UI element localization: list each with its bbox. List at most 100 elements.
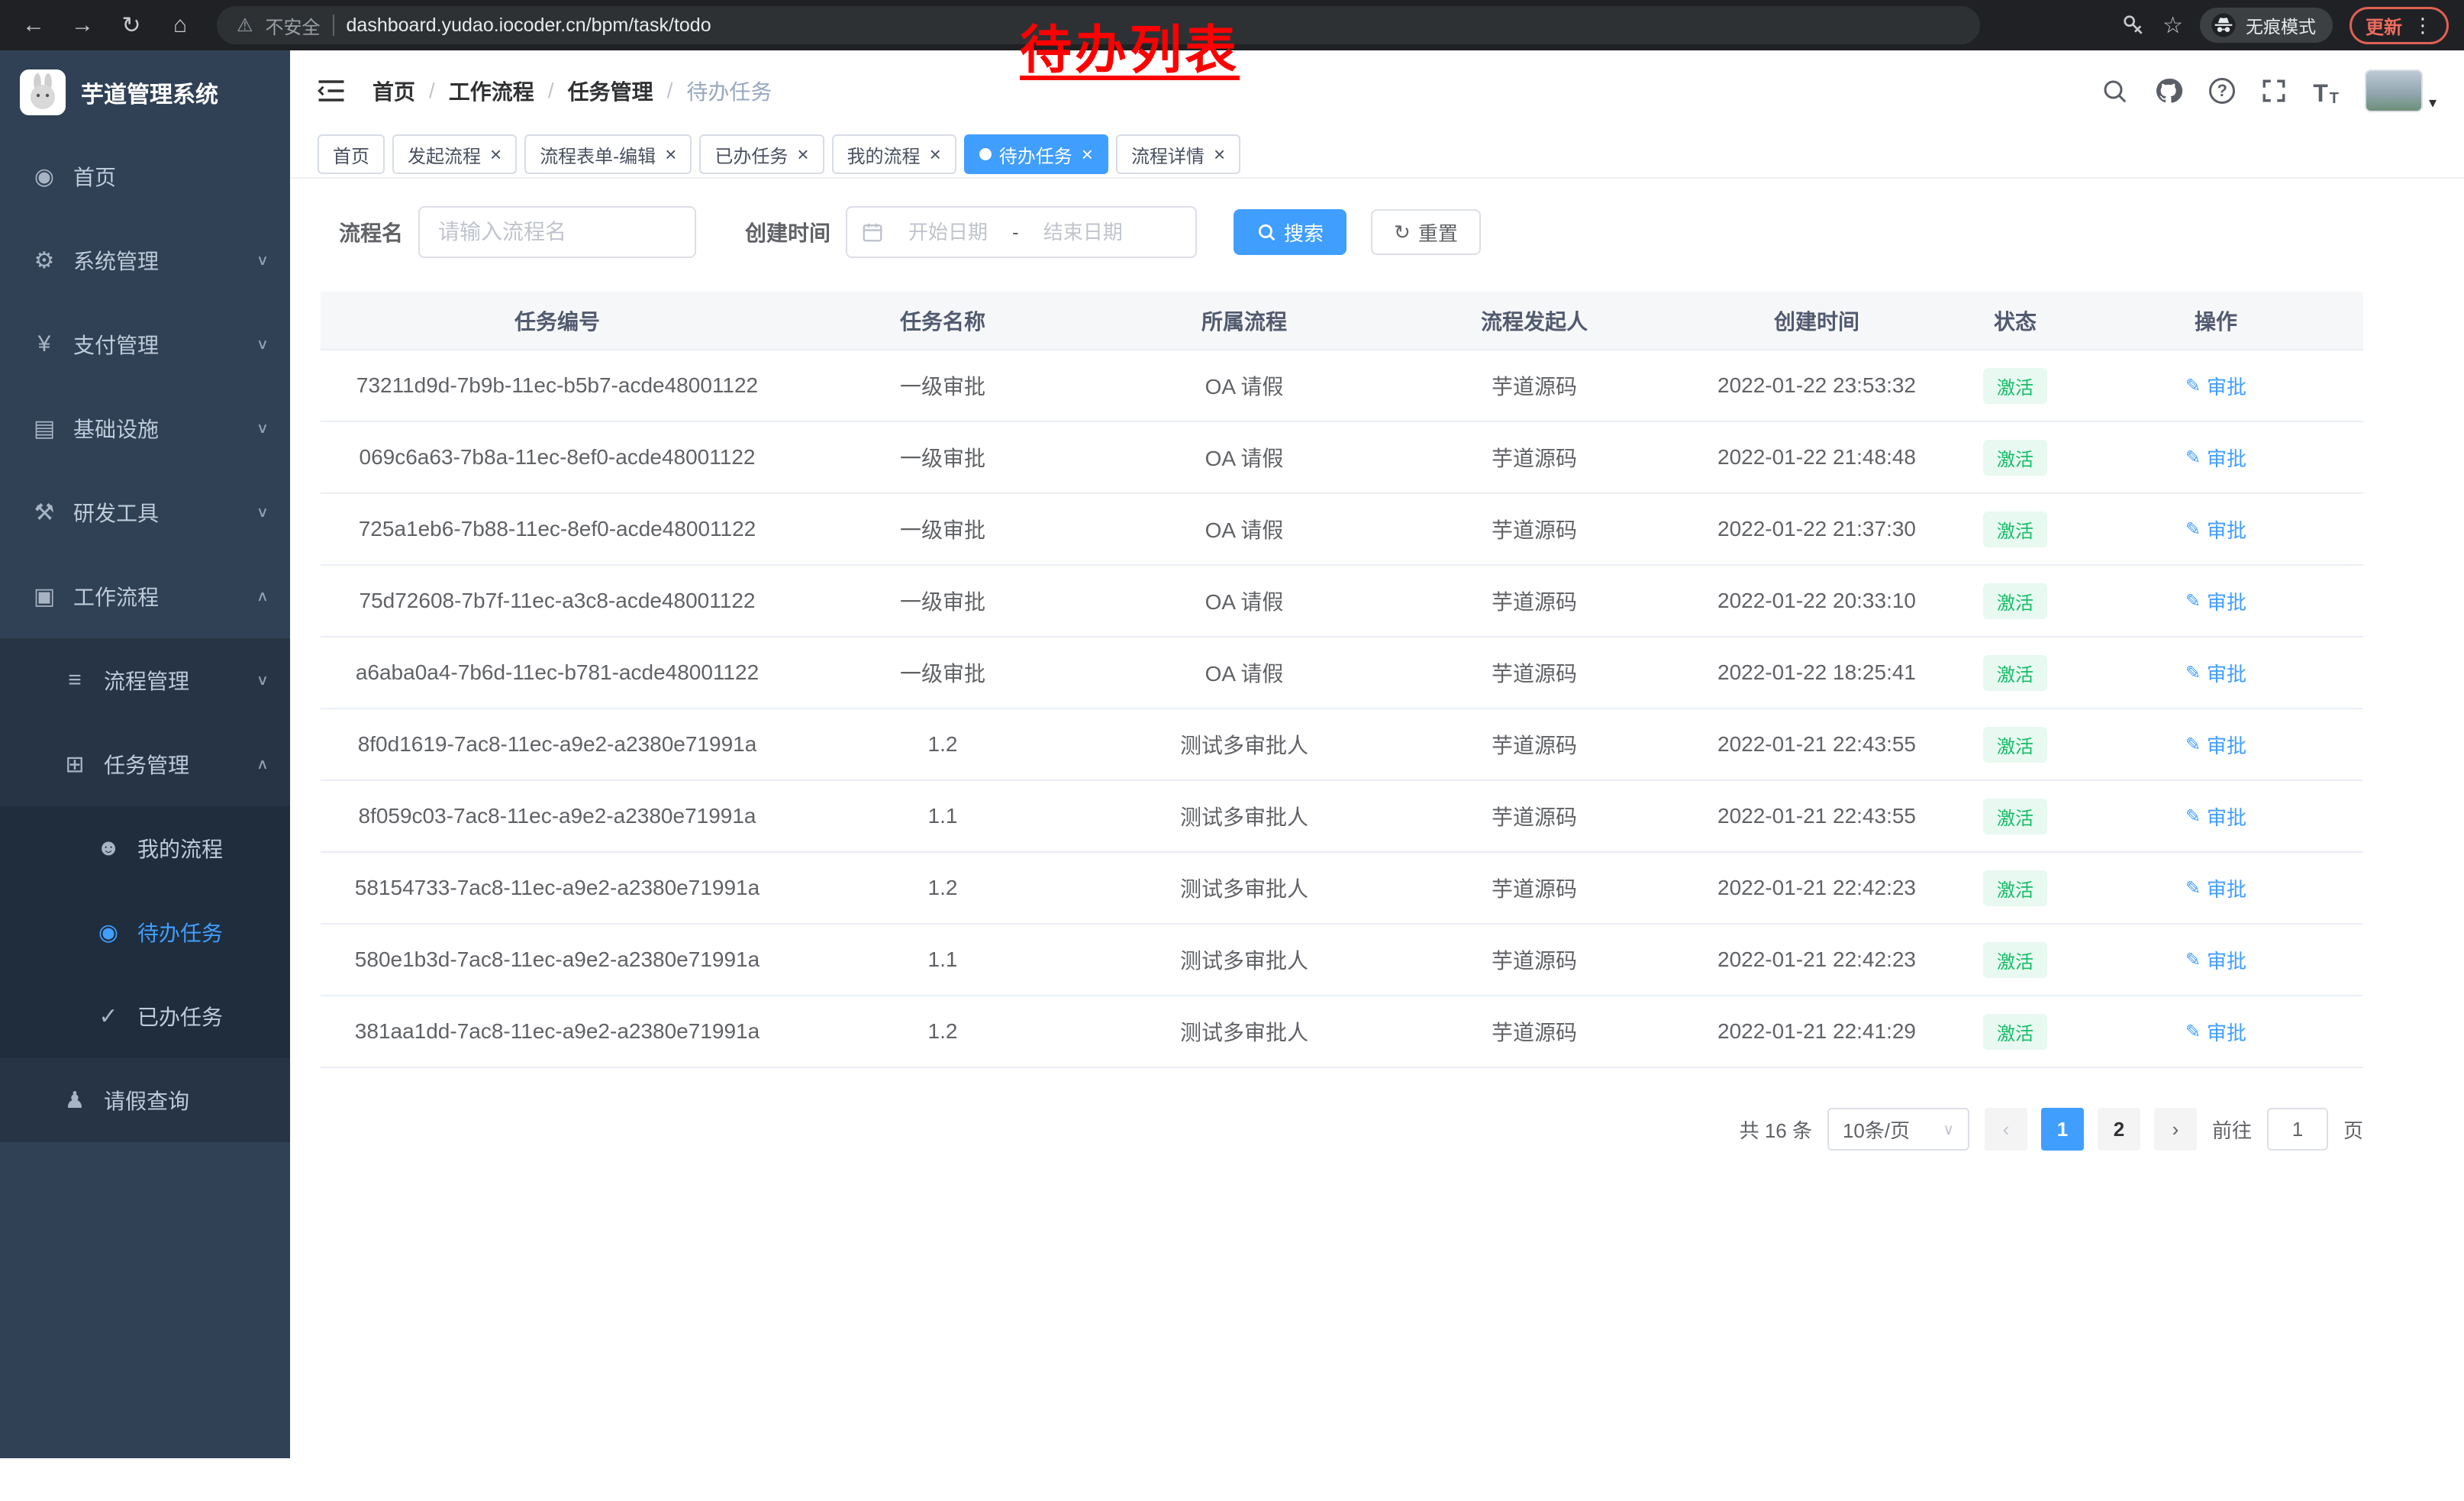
column-header: 流程发起人 <box>1397 292 1672 350</box>
approve-link[interactable]: ✎审批 <box>2185 731 2246 759</box>
approve-link[interactable]: ✎审批 <box>2185 659 2246 687</box>
approve-link[interactable]: ✎审批 <box>2185 372 2246 400</box>
table-row: 069c6a63-7b8a-11ec-8ef0-acde48001122一级审批… <box>321 421 2363 493</box>
devtools-icon: ⚒ <box>31 499 58 526</box>
tab-item-5[interactable]: 待办任务× <box>964 134 1108 174</box>
approve-link[interactable]: ✎审批 <box>2185 444 2246 472</box>
approve-link[interactable]: ✎审批 <box>2185 515 2246 544</box>
back-icon[interactable]: ← <box>15 7 52 44</box>
status-cell: 激活 <box>1962 924 2069 996</box>
topbar: 首页/工作流程/任务管理/待办任务 ? TT <box>290 50 2464 131</box>
key-icon[interactable] <box>2121 8 2146 42</box>
tab-item-6[interactable]: 流程详情× <box>1116 134 1240 174</box>
sidebar-item-leave-query[interactable]: ♟请假查询 <box>0 1058 290 1142</box>
sidebar-item-home[interactable]: ◉首页 <box>0 134 290 218</box>
close-icon[interactable]: × <box>797 144 808 164</box>
task-name-cell: 一级审批 <box>794 350 1092 421</box>
search-button[interactable]: 搜索 <box>1234 209 1346 255</box>
process-name-input[interactable] <box>418 206 696 258</box>
close-icon[interactable]: × <box>1082 144 1093 164</box>
prev-page-button[interactable]: ‹ <box>1985 1108 2027 1151</box>
column-header: 所属流程 <box>1092 292 1397 350</box>
page-button-2[interactable]: 2 <box>2098 1108 2140 1151</box>
sidebar-item-my-process[interactable]: ☻我的流程 <box>0 806 290 890</box>
tab-item-0[interactable]: 首页 <box>318 134 385 174</box>
tab-item-1[interactable]: 发起流程× <box>392 134 517 174</box>
sidebar-item-label: 已办任务 <box>137 1001 223 1031</box>
sidebar-item-system[interactable]: ⚙系统管理∨ <box>0 218 290 302</box>
approve-link[interactable]: ✎审批 <box>2185 1018 2246 1046</box>
filter-bar: 流程名 创建时间 - 搜索 <box>321 206 2363 258</box>
start-date-input[interactable] <box>892 221 1005 244</box>
sidebar-item-infrastructure[interactable]: ▤基础设施∨ <box>0 386 290 470</box>
end-date-input[interactable] <box>1027 221 1140 244</box>
tab-item-2[interactable]: 流程表单-编辑× <box>524 134 692 174</box>
close-icon[interactable]: × <box>1214 144 1225 164</box>
status-cell: 激活 <box>1962 852 2069 924</box>
search-icon[interactable] <box>2101 74 2128 108</box>
sidebar-item-payment[interactable]: ¥支付管理∨ <box>0 302 290 386</box>
sidebar-item-todo-task[interactable]: ◉待办任务 <box>0 890 290 974</box>
forward-icon[interactable]: → <box>64 7 101 44</box>
reload-icon[interactable]: ↻ <box>113 7 150 44</box>
sidebar-item-devtools[interactable]: ⚒研发工具∨ <box>0 470 290 554</box>
tab-item-3[interactable]: 已办任务× <box>699 134 824 174</box>
reset-button[interactable]: ↻ 重置 <box>1371 209 1481 255</box>
close-icon[interactable]: × <box>930 144 941 164</box>
fullscreen-icon[interactable] <box>2261 74 2287 108</box>
logo-row[interactable]: 芋道管理系统 <box>0 50 290 134</box>
task-name-cell: 一级审批 <box>794 493 1092 565</box>
total-count: 共 16 条 <box>1740 1115 1812 1144</box>
next-page-button[interactable]: › <box>2154 1108 2197 1151</box>
menu-fold-icon[interactable] <box>318 79 345 103</box>
page-size-select[interactable]: 10条/页 ∨ <box>1827 1108 1969 1151</box>
breadcrumb-item[interactable]: 任务管理 <box>568 76 653 106</box>
table-header-row: 任务编号任务名称所属流程流程发起人创建时间状态操作 <box>321 292 2363 350</box>
sidebar-item-workflow[interactable]: ▣工作流程∧ <box>0 554 290 638</box>
help-icon[interactable]: ? <box>2209 74 2235 108</box>
process-name-label: 流程名 <box>339 217 403 247</box>
incognito-label: 无痕模式 <box>2246 12 2316 38</box>
goto-page-input[interactable] <box>2267 1108 2328 1151</box>
breadcrumb-item[interactable]: 首页 <box>373 76 415 106</box>
process-cell: OA 请假 <box>1092 637 1397 709</box>
sidebar-item-process-management[interactable]: ≡流程管理∨ <box>0 638 290 722</box>
page-button-1[interactable]: 1 <box>2041 1108 2084 1151</box>
close-icon[interactable]: × <box>490 144 502 164</box>
incognito-badge: 无痕模式 <box>2200 8 2333 43</box>
home-icon[interactable]: ⌂ <box>162 7 198 44</box>
user-menu[interactable]: ▾ <box>2365 69 2437 112</box>
edit-icon: ✎ <box>2185 1021 2201 1043</box>
my-process-icon: ☻ <box>95 835 122 861</box>
sidebar-item-label: 任务管理 <box>104 749 189 780</box>
url-text[interactable]: dashboard.yudao.iocoder.cn/bpm/task/todo <box>347 15 711 37</box>
sidebar: 芋道管理系统 ◉首页⚙系统管理∨¥支付管理∨▤基础设施∨⚒研发工具∨▣工作流程∧… <box>0 50 290 1458</box>
breadcrumb-item[interactable]: 工作流程 <box>449 76 534 106</box>
breadcrumb-item[interactable]: 待办任务 <box>686 76 772 106</box>
starter-cell: 芋道源码 <box>1397 709 1672 780</box>
approve-link[interactable]: ✎审批 <box>2185 587 2246 615</box>
task-id-cell: a6aba0a4-7b6d-11ec-b781-acde48001122 <box>321 637 794 709</box>
sidebar-item-task-management[interactable]: ⊞任务管理∧ <box>0 722 290 806</box>
approve-link[interactable]: ✎审批 <box>2185 874 2246 902</box>
date-range-picker[interactable]: - <box>846 206 1197 258</box>
close-icon[interactable]: × <box>665 144 676 164</box>
update-button[interactable]: 更新 ⋮ <box>2350 7 2449 44</box>
bookmark-star-icon[interactable]: ☆ <box>2162 12 2183 39</box>
approve-link[interactable]: ✎审批 <box>2185 946 2246 974</box>
sidebar-item-done-task[interactable]: ✓已办任务 <box>0 974 290 1058</box>
menu-dots-icon[interactable]: ⋮ <box>2413 14 2433 37</box>
font-size-icon[interactable]: TT <box>2313 74 2339 108</box>
approve-link[interactable]: ✎审批 <box>2185 802 2246 831</box>
process-icon: ≡ <box>61 667 89 693</box>
security-label[interactable]: 不安全 <box>266 12 321 39</box>
tab-item-4[interactable]: 我的流程× <box>832 134 956 174</box>
process-cell: 测试多审批人 <box>1092 709 1397 780</box>
column-header: 创建时间 <box>1672 292 1962 350</box>
main-area: 首页/工作流程/任务管理/待办任务 ? TT <box>290 50 2464 1501</box>
task-name-cell: 1.1 <box>794 780 1092 852</box>
github-icon[interactable] <box>2154 74 2183 108</box>
reset-icon: ↻ <box>1394 221 1411 244</box>
task-name-cell: 1.1 <box>794 924 1092 996</box>
search-button-icon <box>1256 222 1276 242</box>
